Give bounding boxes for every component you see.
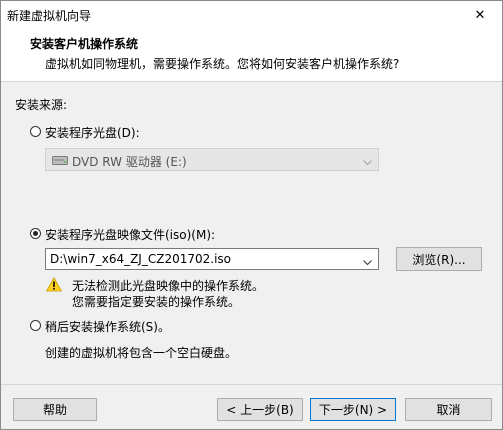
install-later-description: 创建的虚拟机将包含一个空白硬盘。 [45, 346, 238, 360]
warning-line-2: 您需要指定要安装的操作系统。 [72, 295, 241, 309]
window-title: 新建虚拟机向导 [7, 9, 92, 23]
close-icon: ✕ [474, 7, 486, 23]
iso-path-value[interactable]: D:\win7_x64_ZJ_CZ201702.iso [50, 252, 231, 266]
install-source-label: 安装来源: [15, 98, 68, 112]
cancel-button[interactable]: 取消 [405, 398, 492, 421]
next-button-label: 下一步(N) > [318, 403, 388, 417]
optical-drive-icon [52, 153, 68, 170]
page-title: 安装客户机操作系统 [30, 37, 139, 51]
chevron-down-icon[interactable] [363, 255, 372, 269]
disc-drive-select: DVD RW 驱动器 (E:) [45, 148, 379, 171]
warning-icon [45, 276, 63, 295]
chevron-down-icon [363, 155, 372, 169]
new-vm-wizard-window: 新建虚拟机向导 ✕ 安装客户机操作系统 虚拟机如同物理机，需要操作系统。您将如何… [0, 0, 503, 430]
cancel-button-label: 取消 [436, 403, 461, 417]
back-button[interactable]: < 上一步(B) [217, 398, 303, 421]
browse-button[interactable]: 浏览(R)... [396, 247, 482, 271]
iso-path-combobox[interactable]: D:\win7_x64_ZJ_CZ201702.iso [45, 248, 379, 270]
warning-line-1: 无法检测此光盘映像中的操作系统。 [72, 279, 265, 293]
title-bar: 新建虚拟机向导 ✕ [1, 1, 502, 29]
iso-radio[interactable] [30, 228, 41, 239]
iso-radio-label[interactable]: 安装程序光盘映像文件(iso)(M): [45, 226, 215, 243]
disc-drive-value: DVD RW 驱动器 (E:) [72, 155, 187, 169]
install-later-label[interactable]: 稍后安装操作系统(S)。 [45, 318, 170, 335]
next-button[interactable]: 下一步(N) > [310, 398, 396, 421]
install-later-radio[interactable] [30, 320, 41, 331]
footer-divider [1, 384, 502, 385]
wizard-header: 安装客户机操作系统 虚拟机如同物理机，需要操作系统。您将如何安装客户机操作系统? [1, 29, 502, 82]
back-button-label: < 上一步(B) [226, 403, 294, 417]
disc-radio-label[interactable]: 安装程序光盘(D): [45, 124, 140, 141]
browse-button-label: 浏览(R)... [412, 252, 466, 267]
disc-radio[interactable] [30, 126, 41, 137]
page-subtitle: 虚拟机如同物理机，需要操作系统。您将如何安装客户机操作系统? [45, 57, 400, 71]
help-button[interactable]: 帮助 [13, 398, 97, 421]
help-button-label: 帮助 [42, 403, 67, 417]
close-button[interactable]: ✕ [458, 1, 502, 29]
